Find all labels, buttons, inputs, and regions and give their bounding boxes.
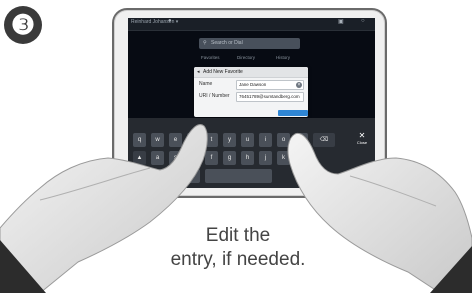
dialog-header: ◂ Add New Favorite (194, 67, 308, 78)
key-i[interactable]: i (259, 133, 272, 147)
on-screen-keyboard: qwertyuiop⌫▲asdfghjkl123zxcvbnm ✕ Close (128, 118, 375, 188)
status-bar: Reinhard Johansen ▾ ● ▣ ○ (128, 18, 375, 31)
key-j[interactable]: j (259, 151, 272, 165)
caption-line-2: entry, if needed. (170, 249, 306, 270)
search-icon: ⚲ (203, 40, 207, 46)
key-l[interactable]: l (295, 151, 308, 165)
step-number-badge: ❸ (4, 6, 42, 44)
search-placeholder: Search or Dial (211, 40, 243, 46)
uri-field[interactable]: 76451789@sumtandberg.com (236, 92, 304, 102)
add-favorite-dialog: ◂ Add New Favorite Name Jane Dawson × UR… (194, 67, 308, 117)
key-o[interactable]: o (277, 133, 290, 147)
key-s[interactable]: s (169, 151, 182, 165)
key-c[interactable]: c (187, 169, 200, 183)
tab-bar: Favorites Directory History (192, 53, 308, 63)
key-r[interactable]: r (187, 133, 200, 147)
close-icon: ✕ (358, 131, 366, 140)
camera-icon[interactable]: ▣ (338, 18, 344, 25)
key-q[interactable]: q (133, 133, 146, 147)
uri-label: URI / Number (199, 93, 230, 99)
key-h[interactable]: h (241, 151, 254, 165)
name-field[interactable]: Jane Dawson × (236, 80, 304, 90)
uri-value: 76451789@sumtandberg.com (239, 94, 300, 99)
hide-keyboard-label: Close (356, 140, 368, 145)
search-input[interactable]: ⚲ Search or Dial (199, 38, 300, 49)
key-p[interactable]: p (295, 133, 308, 147)
key-e[interactable]: e (169, 133, 182, 147)
tab-favorites[interactable]: Favorites (201, 55, 220, 60)
tab-directory[interactable]: Directory (237, 55, 255, 60)
name-value: Jane Dawson (239, 82, 267, 87)
key-g[interactable]: g (223, 151, 236, 165)
status-icon: ○ (361, 18, 365, 24)
key-d[interactable]: d (187, 151, 200, 165)
key-x[interactable]: x (169, 169, 182, 183)
touch-screen: Reinhard Johansen ▾ ● ▣ ○ ⚲ Search or Di… (128, 18, 375, 188)
info-icon[interactable]: ● (168, 18, 172, 24)
key-f[interactable]: f (205, 151, 218, 165)
home-button[interactable] (317, 179, 333, 187)
key-t[interactable]: t (205, 133, 218, 147)
key-backspace[interactable]: ⌫ (313, 133, 335, 147)
caption-line-1: Edit the (205, 225, 271, 246)
dialog-title: Add New Favorite (203, 69, 243, 75)
name-label: Name (199, 81, 213, 87)
key-a[interactable]: a (151, 151, 164, 165)
clear-icon[interactable]: × (296, 82, 302, 88)
key-w[interactable]: w (151, 133, 164, 147)
key-123[interactable]: 123 (133, 169, 151, 183)
hide-keyboard-button[interactable]: ✕ Close (354, 131, 370, 145)
tab-history[interactable]: History (276, 55, 290, 60)
back-icon[interactable]: ◂ (197, 69, 200, 75)
key-z[interactable]: z (151, 169, 164, 183)
key-u[interactable]: u (241, 133, 254, 147)
key-k[interactable]: k (277, 151, 290, 165)
save-button[interactable] (278, 110, 308, 116)
key-shift[interactable]: ▲ (133, 151, 146, 165)
key-y[interactable]: y (223, 133, 236, 147)
space-key[interactable] (208, 169, 270, 183)
